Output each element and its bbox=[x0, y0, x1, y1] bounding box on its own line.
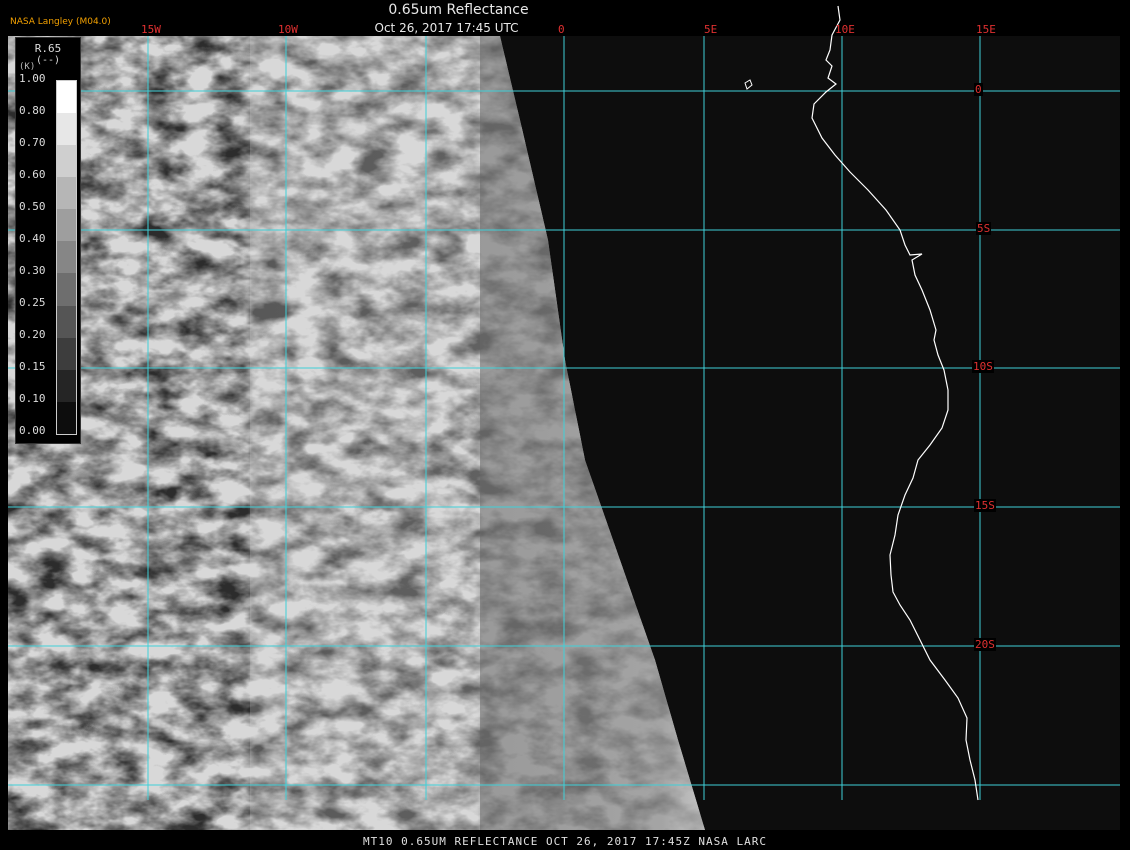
footer-text: MT10 0.65UM REFLECTANCE OCT 26, 2017 17:… bbox=[363, 835, 767, 848]
legend-tick: 0.00 bbox=[19, 424, 46, 437]
lon-label-0: 0 bbox=[558, 23, 565, 36]
legend-tick: 1.00 bbox=[19, 72, 46, 85]
legend-step bbox=[57, 401, 76, 434]
lat-label-0: 0 bbox=[974, 83, 983, 96]
lon-label-15e: 15E bbox=[976, 23, 996, 36]
lat-label-5s: 5S bbox=[976, 222, 992, 235]
legend-parameter: R.65 bbox=[34, 42, 62, 55]
lat-label-10s: 10S bbox=[972, 360, 994, 373]
lat-label-20s: 20S bbox=[974, 638, 996, 651]
legend-tick: 0.60 bbox=[19, 168, 46, 181]
lat-label-15s: 15S bbox=[974, 499, 996, 512]
legend-tick: 0.15 bbox=[19, 360, 46, 373]
legend-tick: 0.10 bbox=[19, 392, 46, 405]
datetime-label: Oct 26, 2017 17:45 UTC bbox=[374, 21, 519, 35]
legend-color-bar bbox=[56, 80, 77, 435]
legend-tick: 0.80 bbox=[19, 104, 46, 117]
legend-step bbox=[57, 145, 76, 178]
legend-step bbox=[57, 241, 76, 274]
legend-step bbox=[57, 369, 76, 402]
lon-label-5e: 5E bbox=[704, 23, 718, 36]
legend-step bbox=[57, 81, 76, 114]
legend-step bbox=[57, 273, 76, 306]
satellite-map bbox=[8, 5, 1120, 830]
legend-unit-prefix: (K) bbox=[19, 62, 36, 72]
legend-tick: 0.20 bbox=[19, 328, 46, 341]
legend-tick: 0.40 bbox=[19, 232, 46, 245]
legend-tick: 0.30 bbox=[19, 264, 46, 277]
lon-label-15w: 15W bbox=[141, 23, 161, 36]
legend-tick: 0.25 bbox=[19, 296, 46, 309]
legend-step bbox=[57, 305, 76, 338]
map-header: NASA Langley (M04.0) 0.65um Reflectance … bbox=[0, 0, 1130, 36]
legend-tick: 0.70 bbox=[19, 136, 46, 149]
legend-step bbox=[57, 337, 76, 370]
lon-label-10w: 10W bbox=[278, 23, 298, 36]
product-footer: MT10 0.65UM REFLECTANCE OCT 26, 2017 17:… bbox=[0, 834, 1130, 850]
legend-step bbox=[57, 209, 76, 242]
color-legend: R.65 (--) (K) 1.00 0.80 0.70 0.60 0.50 0.40 0.… bbox=[15, 37, 81, 444]
legend-step bbox=[57, 177, 76, 210]
lon-label-10e: 10E bbox=[835, 23, 855, 36]
product-title: 0.65um Reflectance bbox=[388, 2, 529, 18]
legend-step bbox=[57, 113, 76, 146]
legend-tick: 0.50 bbox=[19, 200, 46, 213]
